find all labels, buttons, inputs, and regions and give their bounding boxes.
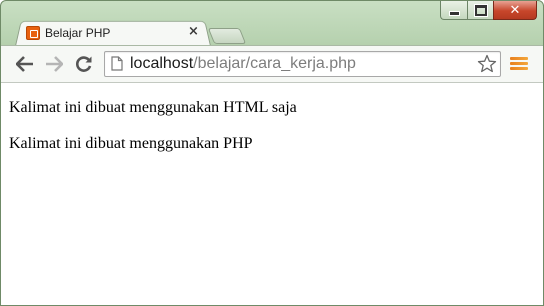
reload-icon [76,56,92,72]
paragraph-html: Kalimat ini dibuat menggunakan HTML saja [9,99,297,116]
browser-window: ✕ Belajar PHP × localhost/belajar/cara_k… [0,0,544,306]
paragraph-php: Kalimat ini dibuat menggunakan PHP [9,135,253,152]
back-button[interactable] [14,53,36,75]
forward-button[interactable] [43,53,65,75]
forward-arrow-icon [46,56,63,72]
back-arrow-icon [16,56,33,72]
reload-button[interactable] [73,53,95,75]
xampp-icon [26,26,40,40]
page-content: Kalimat ini dibuat menggunakan HTML saja… [1,82,543,305]
minimize-button[interactable] [440,1,467,20]
tab-close-button[interactable]: × [188,24,199,39]
toolbar: localhost/belajar/cara_kerja.php [1,45,543,82]
maximize-icon [474,4,487,16]
close-icon: ✕ [509,2,521,18]
close-window-button[interactable]: ✕ [493,1,537,20]
address-bar[interactable]: localhost/belajar/cara_kerja.php [104,51,501,77]
new-tab-button[interactable] [207,28,247,44]
url-host: localhost [130,55,194,72]
hamburger-menu-icon[interactable] [510,57,528,71]
url-path: /belajar/cara_kerja.php [193,55,356,72]
star-icon[interactable] [477,54,497,74]
url-text: localhost/belajar/cara_kerja.php [130,55,356,73]
tab-title: Belajar PHP [45,26,111,40]
minimize-icon [448,10,460,16]
browser-tab[interactable]: Belajar PHP × [15,19,211,46]
window-controls: ✕ [440,1,537,21]
maximize-button[interactable] [467,1,493,20]
page-icon [111,56,123,71]
